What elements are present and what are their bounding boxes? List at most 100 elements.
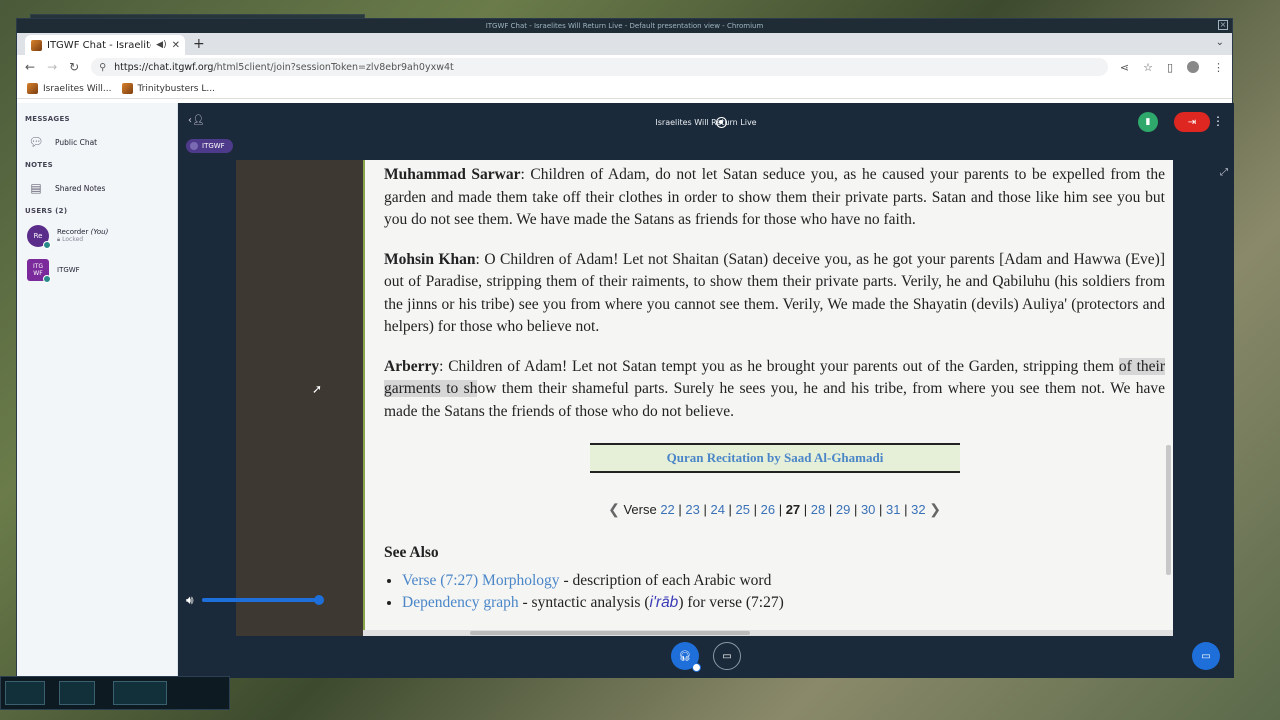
bookmark-favicon-icon (27, 83, 38, 94)
favicon-icon (31, 39, 42, 51)
presentation-button[interactable]: ▭ (1192, 642, 1220, 670)
recitation-link[interactable]: Quran Recitation by Saad Al-Ghamadi (590, 443, 960, 473)
user-list-item[interactable]: ITG WF ITGWF (17, 253, 177, 287)
avatar: ITG WF (27, 259, 51, 283)
screenshare-view: Muhammad Sarwar: Children of Adam, do no… (236, 160, 1173, 636)
audio-options-icon[interactable] (692, 663, 701, 672)
user-status: Locked (62, 236, 84, 243)
list-item: Verse (7:27) Morphology - description of… (402, 570, 1165, 592)
chat-bubbles-icon: 💬︎ (28, 135, 44, 149)
status-dot-icon (43, 275, 51, 283)
connection-status-icon[interactable]: ▮ (1138, 112, 1158, 132)
mouse-cursor-icon: ➚ (312, 382, 323, 396)
verse-label: Verse (623, 502, 657, 517)
leave-meeting-button[interactable]: ⇥ (1174, 112, 1210, 132)
headset-icon: 🎧︎ (678, 650, 692, 662)
tab-search-chevron-icon[interactable]: ⌄ (1216, 37, 1224, 48)
user-name: Recorder (57, 228, 89, 236)
public-chat-item[interactable]: 💬︎ Public Chat (17, 127, 177, 157)
browser-window: ITGWF Chat - Israelites Will Return Live… (16, 18, 1234, 678)
url-host: https://chat.itgwf.org (114, 61, 214, 73)
next-verse-icon[interactable]: ❯ (929, 501, 941, 517)
taskbar-thumbnail[interactable] (113, 681, 167, 705)
presenter-name: ITGWF (202, 142, 225, 150)
taskbar-thumbnail[interactable] (59, 681, 95, 705)
verse-link[interactable]: 26 (761, 502, 775, 517)
notes-section-title: NOTES (25, 161, 53, 169)
bookmark-item[interactable]: Israelites Will... (27, 83, 112, 94)
dependency-graph-link[interactable]: Dependency graph (402, 594, 519, 611)
address-bar-row: ← → ↻ ⚲ https://chat.itgwf.org/html5clie… (17, 55, 1232, 79)
profile-icon[interactable] (1187, 61, 1199, 73)
fullscreen-icon[interactable]: ⤢ (1220, 167, 1228, 178)
browser-tab[interactable]: ITGWF Chat - Israelites ◀) ✕ (25, 35, 185, 55)
quran-page: Muhammad Sarwar: Children of Adam, do no… (363, 160, 1173, 630)
page-scrollbar[interactable] (1166, 445, 1171, 575)
main-presentation-area: ‹👤︎ Israelites Will Return Live ▮ ⇥ ⋮ IT… (178, 103, 1234, 678)
bookmarks-bar: Israelites Will... Trinitybusters L... (17, 79, 1232, 99)
bookmark-star-icon[interactable]: ☆ (1143, 61, 1153, 74)
top-bar: ‹👤︎ Israelites Will Return Live ▮ ⇥ ⋮ (178, 103, 1234, 143)
new-tab-icon[interactable]: + (193, 36, 205, 52)
verse-link[interactable]: 30 (861, 502, 875, 517)
url-path: /html5client/join?sessionToken=zlv8ebr9a… (213, 61, 454, 73)
verse-link[interactable]: 28 (811, 502, 825, 517)
share-icon[interactable]: ⋖ (1120, 61, 1129, 74)
back-arrow-icon[interactable]: ← (25, 60, 35, 74)
audio-playing-icon[interactable]: ◀) (156, 40, 166, 50)
shared-notes-item[interactable]: ▤ Shared Notes (17, 173, 177, 203)
bookmark-item[interactable]: Trinitybusters L... (121, 83, 215, 94)
url-field[interactable]: ⚲ https://chat.itgwf.org/html5client/joi… (91, 58, 1108, 76)
taskbar-thumbnail[interactable] (5, 681, 45, 705)
current-verse: 27 (785, 502, 801, 517)
verse-link[interactable]: 32 (911, 502, 925, 517)
bbb-app: MESSAGES 💬︎ Public Chat NOTES ▤ Shared N… (17, 103, 1234, 678)
irab-link[interactable]: i'rāb (650, 594, 679, 611)
user-sidebar: MESSAGES 💬︎ Public Chat NOTES ▤ Shared N… (17, 103, 178, 678)
site-info-icon[interactable]: ⚲ (99, 62, 106, 73)
forward-arrow-icon[interactable]: → (47, 60, 57, 74)
desktop-taskbar (0, 676, 230, 710)
volume-knob[interactable] (314, 595, 324, 605)
status-dot-icon (43, 241, 51, 249)
user-list-item[interactable]: Re Recorder (You) 🔒︎ Locked (17, 219, 177, 253)
tab-close-icon[interactable]: ✕ (172, 40, 180, 51)
avatar: Re (27, 225, 51, 249)
morphology-link[interactable]: Verse (7:27) Morphology (402, 572, 560, 589)
messages-section-title: MESSAGES (25, 115, 70, 123)
verse-link[interactable]: 29 (836, 502, 850, 517)
prev-verse-icon[interactable]: ❮ (608, 501, 620, 517)
volume-slider[interactable] (201, 595, 324, 605)
verse-link[interactable]: 22 (660, 502, 674, 517)
reload-icon[interactable]: ↻ (69, 60, 79, 74)
you-tag: (You) (90, 228, 109, 236)
speaker-icon[interactable]: 🔊︎ (186, 593, 194, 608)
see-also-list: Verse (7:27) Morphology - description of… (384, 570, 1165, 614)
list-item: Dependency graph - syntactic analysis (i… (402, 592, 1165, 614)
presenter-badge: ITGWF (186, 139, 233, 153)
verse-link[interactable]: 24 (710, 502, 724, 517)
options-menu-icon[interactable]: ⋮ (1212, 114, 1224, 128)
share-webcam-button[interactable]: ▭ (713, 642, 741, 670)
shared-notes-label: Shared Notes (55, 183, 106, 193)
tab-bar: ITGWF Chat - Israelites ◀) ✕ + ⌄ (17, 33, 1232, 55)
audio-headset-button[interactable]: 🎧︎ (671, 642, 701, 672)
translation-arberry: Arberry: Children of Adam! Let not Satan… (384, 357, 1166, 420)
window-titlebar: ITGWF Chat - Israelites Will Return Live… (17, 19, 1232, 33)
translation-sarwar: Muhammad Sarwar: Children of Adam, do no… (384, 166, 1166, 228)
volume-control[interactable]: 🔊︎ (186, 590, 324, 610)
notes-icon: ▤ (30, 181, 42, 195)
verse-link[interactable]: 31 (886, 502, 900, 517)
verse-navigation: ❮ Verse 22 | 23 | 24 | 25 | 26 | 27 | 28… (608, 501, 941, 517)
meeting-title: Israelites Will Return Live (655, 118, 757, 127)
window-close-icon[interactable]: × (1218, 20, 1228, 30)
verse-link[interactable]: 23 (685, 502, 699, 517)
browser-menu-icon[interactable]: ⋮ (1213, 61, 1224, 74)
lock-icon: 🔒︎ (57, 236, 61, 243)
verse-link[interactable]: 25 (736, 502, 750, 517)
bookmark-favicon-icon (121, 83, 133, 94)
recording-indicator-icon[interactable] (716, 117, 727, 128)
side-panel-icon[interactable]: ▯ (1167, 61, 1173, 74)
tab-title: ITGWF Chat - Israelites (47, 39, 152, 51)
users-section-title: USERS (2) (25, 207, 68, 215)
